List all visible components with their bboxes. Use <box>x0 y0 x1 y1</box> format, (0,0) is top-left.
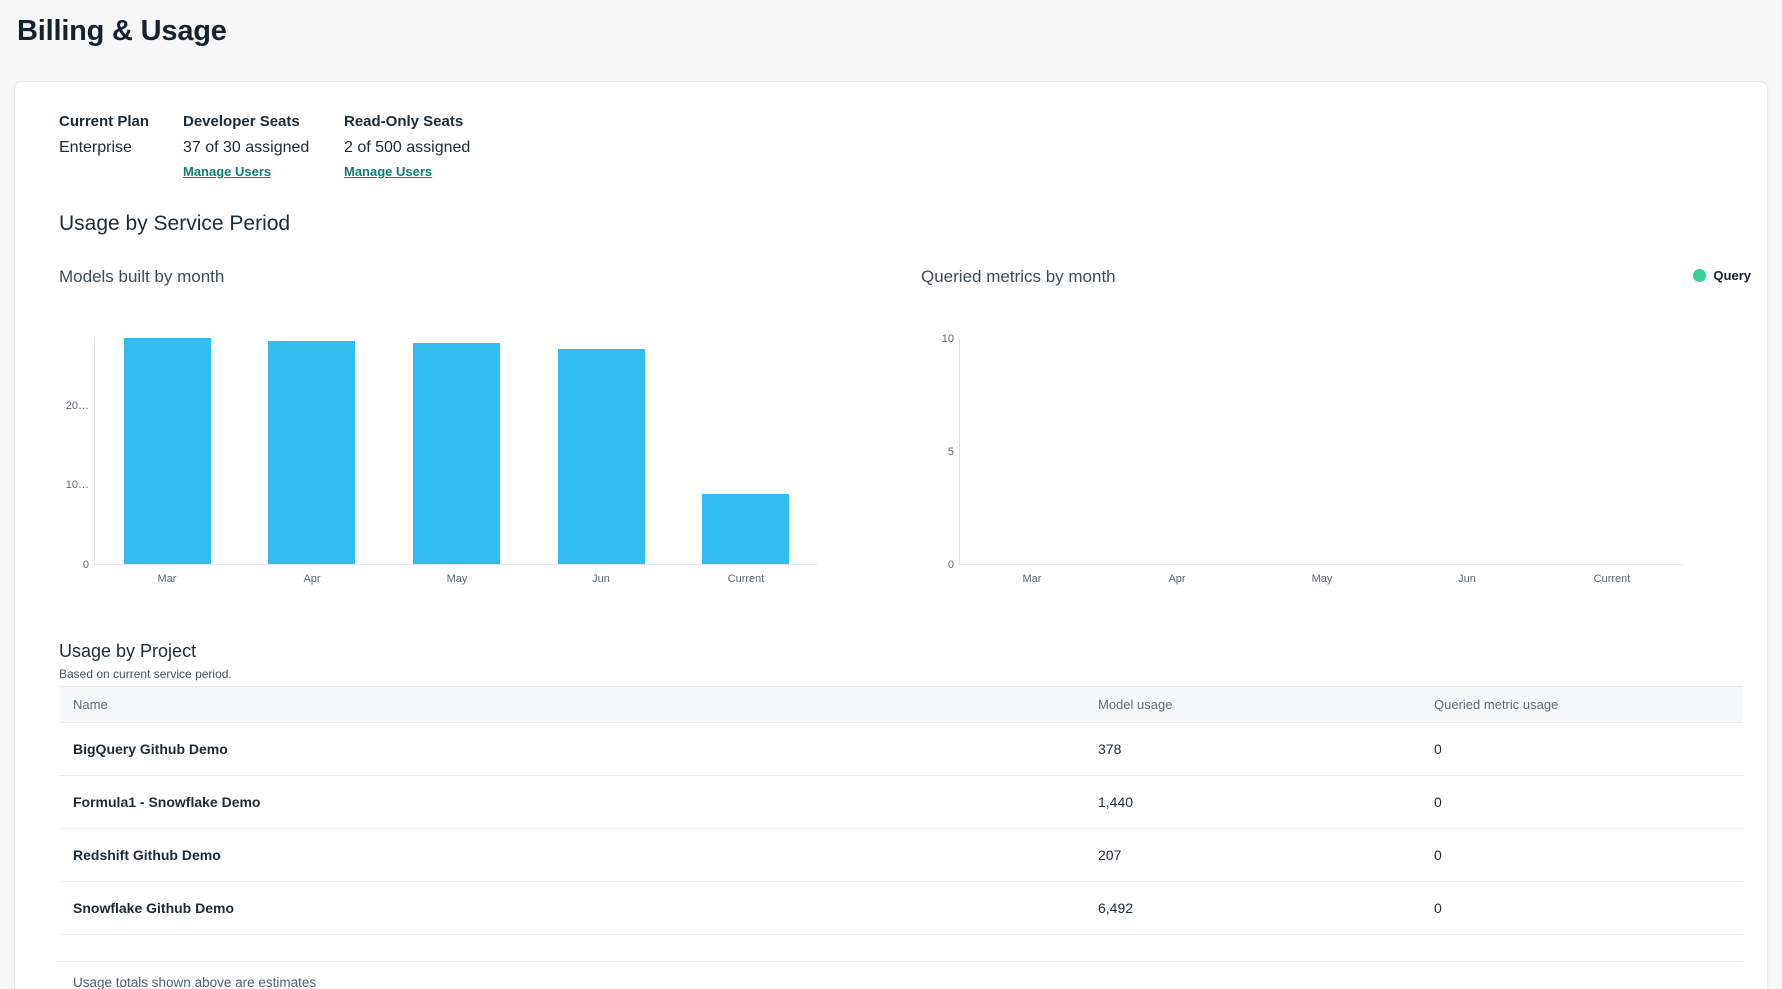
bar-mar <box>124 338 211 564</box>
page-title: Billing & Usage <box>17 15 227 48</box>
x-axis-tick-label: Current <box>1594 573 1631 585</box>
y-axis-tick-label: 10 <box>942 333 954 345</box>
models-chart-title: Models built by month <box>59 267 224 287</box>
y-axis-tick-label: 20… <box>66 400 89 412</box>
x-axis-tick-label: May <box>447 573 468 585</box>
table-row: Snowflake Github Demo6,4920 <box>59 882 1743 935</box>
queried-metric-usage-cell: 0 <box>1420 900 1743 916</box>
table-header-row: Name Model usage Queried metric usage <box>59 686 1743 723</box>
metrics-chart-title: Queried metrics by month <box>921 267 1116 287</box>
readonly-seats-column: Read-Only Seats 2 of 500 assigned Manage… <box>344 113 470 181</box>
bar-apr <box>268 341 355 564</box>
table-body: BigQuery Github Demo3780Formula1 - Snowf… <box>59 723 1743 935</box>
x-axis-tick-label: Mar <box>158 573 177 585</box>
manage-users-link-developer[interactable]: Manage Users <box>183 164 271 179</box>
queried-metric-usage-cell: 0 <box>1420 741 1743 757</box>
query-legend: Query <box>1693 268 1751 283</box>
bar-current <box>702 494 789 564</box>
developer-seats-column: Developer Seats 37 of 30 assigned Manage… <box>183 113 309 181</box>
project-name-cell: Formula1 - Snowflake Demo <box>59 794 1084 810</box>
current-plan-label: Current Plan <box>59 113 149 130</box>
service-period-heading: Usage by Service Period <box>59 212 290 236</box>
column-header-queried-metric-usage: Queried metric usage <box>1420 697 1743 712</box>
table-footer-spacer <box>59 935 1743 962</box>
project-usage-subheading: Based on current service period. <box>59 667 232 681</box>
queried-metrics-chart: 0510MarAprMayJunCurrent <box>959 339 1683 565</box>
queried-metric-usage-cell: 0 <box>1420 794 1743 810</box>
current-plan-column: Current Plan Enterprise <box>59 113 149 157</box>
project-usage-heading: Usage by Project <box>59 641 196 662</box>
project-name-cell: Snowflake Github Demo <box>59 900 1084 916</box>
model-usage-cell: 207 <box>1084 847 1420 863</box>
bar-jun <box>558 349 645 564</box>
usage-estimates-footnote: Usage totals shown above are estimates <box>59 975 1743 989</box>
project-name-cell: Redshift Github Demo <box>59 847 1084 863</box>
y-axis-tick-label: 0 <box>83 559 89 571</box>
readonly-seats-value: 2 of 500 assigned <box>344 139 470 157</box>
x-axis-tick-label: May <box>1312 573 1333 585</box>
table-row: Formula1 - Snowflake Demo1,4400 <box>59 776 1743 829</box>
model-usage-cell: 6,492 <box>1084 900 1420 916</box>
model-usage-cell: 378 <box>1084 741 1420 757</box>
y-axis-tick-label: 0 <box>948 559 954 571</box>
readonly-seats-label: Read-Only Seats <box>344 113 470 130</box>
query-legend-dot-icon <box>1693 269 1706 282</box>
current-plan-value: Enterprise <box>59 139 149 157</box>
x-axis-tick-label: Jun <box>592 573 610 585</box>
query-legend-label: Query <box>1713 268 1751 283</box>
table-row: Redshift Github Demo2070 <box>59 829 1743 882</box>
y-axis-tick-label: 5 <box>948 446 954 458</box>
x-axis-tick-label: Current <box>728 573 765 585</box>
column-header-name: Name <box>59 697 1084 712</box>
billing-card: Current Plan Enterprise Developer Seats … <box>14 81 1768 989</box>
developer-seats-label: Developer Seats <box>183 113 309 130</box>
developer-seats-value: 37 of 30 assigned <box>183 139 309 157</box>
queried-metric-usage-cell: 0 <box>1420 847 1743 863</box>
column-header-model-usage: Model usage <box>1084 697 1420 712</box>
models-built-chart: 010…20…MarAprMayJunCurrent <box>94 339 817 565</box>
x-axis-tick-label: Apr <box>1168 573 1185 585</box>
x-axis-tick-label: Apr <box>303 573 320 585</box>
manage-users-link-readonly[interactable]: Manage Users <box>344 164 432 179</box>
y-axis-tick-label: 10… <box>66 479 89 491</box>
project-name-cell: BigQuery Github Demo <box>59 741 1084 757</box>
x-axis-tick-label: Mar <box>1023 573 1042 585</box>
model-usage-cell: 1,440 <box>1084 794 1420 810</box>
bar-may <box>413 343 500 564</box>
project-usage-table: Name Model usage Queried metric usage Bi… <box>59 686 1743 989</box>
table-row: BigQuery Github Demo3780 <box>59 723 1743 776</box>
x-axis-tick-label: Jun <box>1458 573 1476 585</box>
